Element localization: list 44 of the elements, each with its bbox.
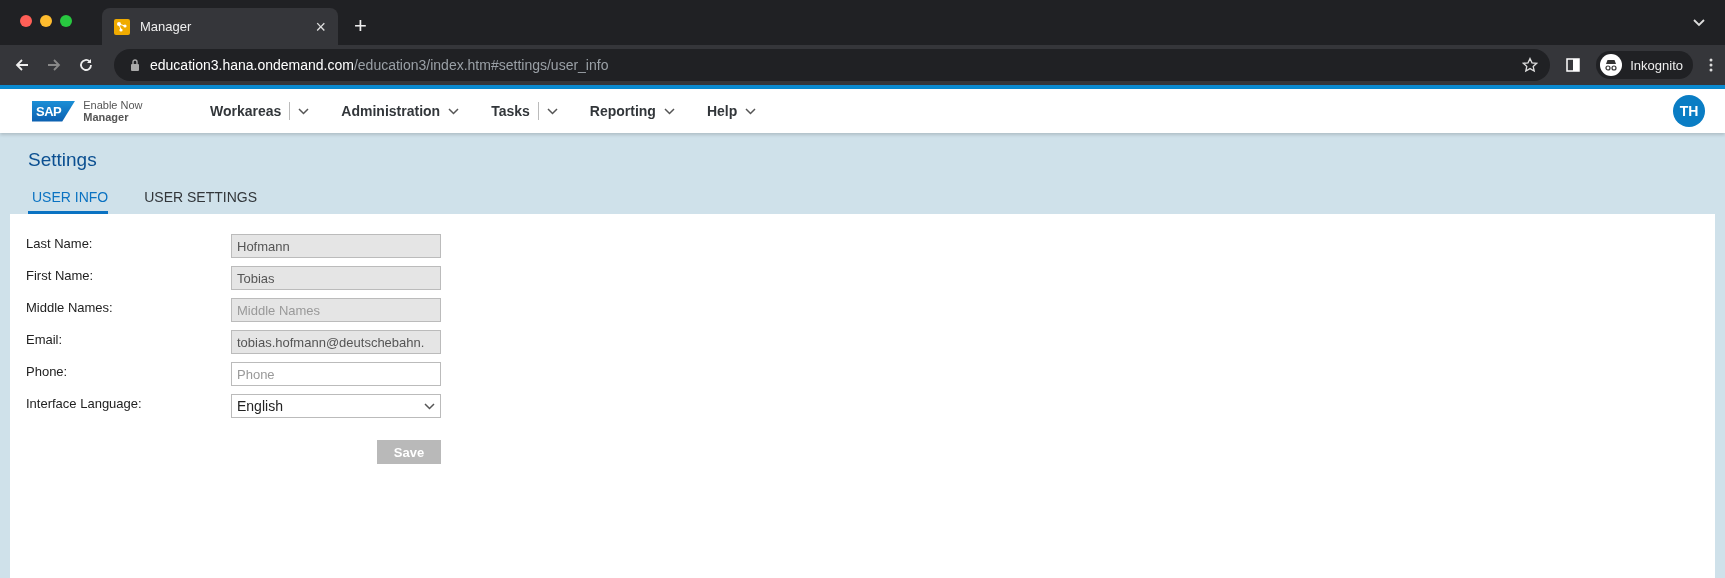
nav-menu[interactable]: Reporting xyxy=(589,103,656,119)
close-window-button[interactable] xyxy=(20,14,32,27)
field-label: Last Name: xyxy=(26,235,93,251)
product-name: Enable Now xyxy=(83,99,143,111)
sap-logo[interactable]: SAP xyxy=(32,100,76,122)
tab[interactable]: USER SETTINGS xyxy=(140,189,258,214)
page-title: Settings xyxy=(28,149,98,171)
profile-button[interactable]: Inkognito xyxy=(1596,51,1693,79)
field-label: Email: xyxy=(26,331,63,347)
side-panel-icon[interactable] xyxy=(1566,58,1581,72)
chevron-down-icon[interactable] xyxy=(448,107,460,115)
language-dropdown[interactable]: English xyxy=(231,394,441,418)
product-subtitle: Manager xyxy=(83,111,130,123)
dropdown-value: English xyxy=(237,398,283,414)
chevron-down-icon[interactable] xyxy=(546,107,558,115)
nav-menu[interactable]: Tasks xyxy=(491,103,530,119)
chevron-down-icon[interactable] xyxy=(298,107,310,115)
lock-icon xyxy=(130,59,140,71)
field-label: Phone: xyxy=(26,363,68,379)
url-text: education3.hana.ondemand.com/education3/index.htm#settings/user_info xyxy=(150,57,609,73)
nav-menu[interactable]: Administration xyxy=(341,103,441,119)
star-icon[interactable] xyxy=(1522,57,1539,73)
back-icon[interactable] xyxy=(14,57,30,73)
app-icon xyxy=(114,18,130,35)
new-tab-button[interactable]: + xyxy=(354,15,367,37)
forward-icon[interactable] xyxy=(46,57,62,73)
browser-tab[interactable]: Manager × xyxy=(102,8,338,45)
chevron-down-icon[interactable] xyxy=(745,107,757,115)
field-label: First Name: xyxy=(26,267,94,283)
field-label: Middle Names: xyxy=(26,299,113,315)
chevron-down-icon xyxy=(424,402,435,410)
maximize-window-button[interactable] xyxy=(60,14,72,27)
field-label: Interface Language: xyxy=(26,395,142,411)
user-avatar[interactable]: TH xyxy=(1673,95,1705,127)
minimize-window-button[interactable] xyxy=(40,14,52,27)
more-icon[interactable] xyxy=(1709,58,1713,72)
chevron-down-icon[interactable] xyxy=(663,107,675,115)
incognito-icon xyxy=(1600,54,1623,76)
close-tab-button[interactable]: × xyxy=(315,17,326,36)
reload-icon[interactable] xyxy=(78,57,94,73)
address-bar[interactable]: education3.hana.ondemand.com/education3/index.htm#settings/user_info xyxy=(114,49,1551,81)
nav-menu[interactable]: Workareas xyxy=(210,103,282,119)
nav-menu[interactable]: Help xyxy=(706,103,738,119)
input-field[interactable]: Phone xyxy=(231,362,441,386)
